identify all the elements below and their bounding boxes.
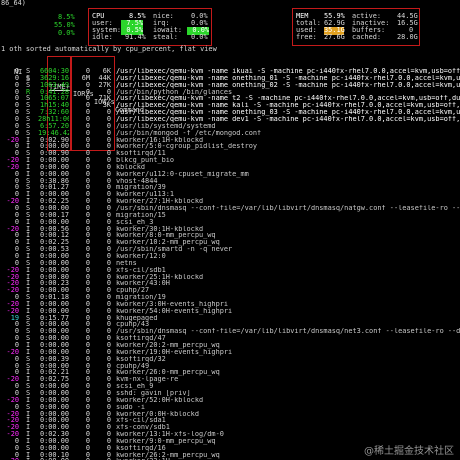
cpu-panel: CPU 8.5% user: 7.5% system: 0.5% idle: 9… bbox=[88, 8, 212, 46]
mem-cached-value: 28.0G bbox=[397, 33, 418, 41]
mem-inactive-value: 16.5G bbox=[397, 19, 418, 27]
cpu-steal-label: steal: bbox=[153, 33, 178, 41]
cpu-idle-value: 91.4% bbox=[125, 33, 146, 41]
watermark: @稀土掘金技术社区 bbox=[364, 446, 454, 458]
terminal-window[interactable]: 86_64) 8.5% 55.0% 0.0% CPU 8.5% user: 7.… bbox=[0, 0, 460, 460]
mem-panel: MEM 55.9% total: 62.9G used: 35.1G free:… bbox=[292, 8, 420, 46]
mem-free-label: free: bbox=[296, 33, 317, 41]
sort-status-line: 1 oth sorted automatically by cpu_percen… bbox=[1, 45, 217, 53]
mem-free-value: 27.6G bbox=[324, 33, 345, 41]
cpu-idle-label: idle: bbox=[92, 33, 113, 41]
cpu-steal-value: 0.0% bbox=[191, 33, 208, 41]
mem-cached-label: cached: bbox=[352, 33, 382, 41]
core2-percent: 0.0% bbox=[58, 29, 75, 37]
title-fragment: 86_64) bbox=[1, 0, 26, 7]
